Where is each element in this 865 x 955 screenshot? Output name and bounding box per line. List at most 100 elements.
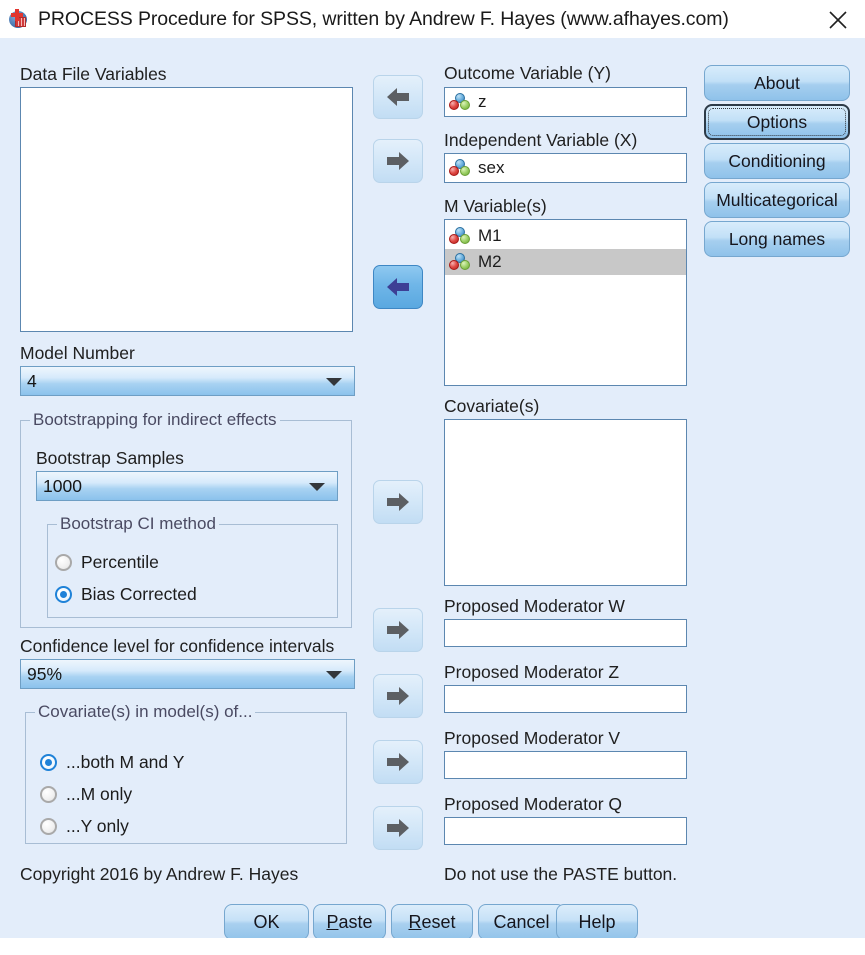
radio-indicator bbox=[40, 818, 57, 835]
radio-both-m-and-y-label: ...both M and Y bbox=[66, 752, 185, 772]
copyright-text: Copyright 2016 by Andrew F. Hayes bbox=[20, 864, 299, 884]
transfer-independent-x-button[interactable] bbox=[373, 139, 423, 183]
reset-button-mnemonic: R bbox=[408, 911, 422, 932]
moderator-z-field[interactable] bbox=[444, 685, 687, 713]
conditioning-button[interactable]: Conditioning bbox=[704, 143, 850, 179]
long-names-button-label: Long names bbox=[728, 228, 826, 249]
list-item: z bbox=[445, 89, 686, 115]
radio-m-only[interactable]: ...M only bbox=[40, 784, 132, 805]
model-number-combobox[interactable]: 4 bbox=[20, 366, 355, 396]
bootstrap-ci-method-label: Bootstrap CI method bbox=[57, 514, 219, 534]
spss-app-icon bbox=[7, 8, 29, 30]
arrow-right-icon bbox=[387, 621, 409, 639]
conditioning-button-label: Conditioning bbox=[728, 150, 826, 171]
list-item: sex bbox=[445, 155, 686, 181]
radio-both-m-and-y[interactable]: ...both M and Y bbox=[40, 752, 184, 773]
ok-button[interactable]: OK bbox=[224, 904, 309, 940]
close-icon[interactable] bbox=[819, 5, 857, 35]
title-bar: PROCESS Procedure for SPSS, written by A… bbox=[0, 0, 865, 38]
transfer-moderator-v-button[interactable] bbox=[373, 740, 423, 784]
m-variables-list[interactable]: M1 M2 bbox=[444, 219, 687, 386]
arrow-left-icon bbox=[387, 88, 409, 106]
help-button-label: Help bbox=[578, 911, 616, 932]
arrow-right-icon bbox=[387, 493, 409, 511]
bootstrap-samples-value: 1000 bbox=[43, 475, 82, 496]
nominal-variable-icon bbox=[449, 253, 471, 271]
options-button-label: Options bbox=[746, 111, 808, 132]
covariates-list[interactable] bbox=[444, 419, 687, 586]
reset-button-label: eset bbox=[421, 911, 456, 932]
radio-bias-corrected-label: Bias Corrected bbox=[81, 584, 197, 604]
radio-percentile-label: Percentile bbox=[81, 552, 159, 572]
chevron-down-icon bbox=[326, 671, 342, 679]
radio-indicator bbox=[55, 554, 72, 571]
data-file-variables-list[interactable] bbox=[20, 87, 353, 332]
arrow-right-icon bbox=[387, 687, 409, 705]
long-names-button[interactable]: Long names bbox=[704, 221, 850, 257]
cancel-button[interactable]: Cancel bbox=[478, 904, 565, 940]
confidence-level-combobox[interactable]: 95% bbox=[20, 659, 355, 689]
about-button[interactable]: About bbox=[704, 65, 850, 101]
moderator-z-label: Proposed Moderator Z bbox=[444, 662, 620, 682]
transfer-covariates-button[interactable] bbox=[373, 480, 423, 524]
transfer-moderator-z-button[interactable] bbox=[373, 674, 423, 718]
about-button-label: About bbox=[754, 72, 800, 93]
independent-variable-field[interactable]: sex bbox=[444, 153, 687, 183]
model-number-value: 4 bbox=[27, 370, 37, 391]
paste-button[interactable]: Paste bbox=[313, 904, 386, 940]
moderator-v-label: Proposed Moderator V bbox=[444, 728, 621, 748]
moderator-w-label: Proposed Moderator W bbox=[444, 596, 625, 616]
window-bottom-strip bbox=[0, 938, 865, 955]
moderator-w-field[interactable] bbox=[444, 619, 687, 647]
multicategorical-button[interactable]: Multicategorical bbox=[704, 182, 850, 218]
reset-button[interactable]: Reset bbox=[391, 904, 473, 940]
radio-indicator bbox=[55, 586, 72, 603]
list-item[interactable]: M1 bbox=[445, 223, 686, 249]
arrow-right-icon bbox=[387, 819, 409, 837]
m-variables-label: M Variable(s) bbox=[444, 196, 547, 216]
radio-m-only-label: ...M only bbox=[66, 784, 133, 804]
moderator-v-field[interactable] bbox=[444, 751, 687, 779]
radio-y-only-label: ...Y only bbox=[66, 816, 129, 836]
model-number-label: Model Number bbox=[20, 343, 135, 363]
m-variable-name: M2 bbox=[478, 252, 502, 271]
covariates-in-models-label: Covariate(s) in model(s) of... bbox=[35, 702, 256, 722]
options-button[interactable]: Options bbox=[704, 104, 850, 140]
dialog-body: Data File Variables Model Number 4 Boots… bbox=[0, 38, 865, 940]
ok-button-label: OK bbox=[253, 911, 280, 932]
arrow-left-icon bbox=[387, 278, 409, 296]
outcome-variable-label: Outcome Variable (Y) bbox=[444, 63, 611, 83]
moderator-q-field[interactable] bbox=[444, 817, 687, 845]
outcome-variable-value: z bbox=[478, 92, 487, 111]
transfer-m-variables-button[interactable] bbox=[373, 265, 423, 309]
bootstrap-samples-combobox[interactable]: 1000 bbox=[36, 471, 338, 501]
data-file-variables-label: Data File Variables bbox=[20, 64, 167, 84]
m-variable-name: M1 bbox=[478, 226, 502, 245]
moderator-q-label: Proposed Moderator Q bbox=[444, 794, 623, 814]
radio-bias-corrected[interactable]: Bias Corrected bbox=[55, 584, 197, 605]
list-item[interactable]: M2 bbox=[445, 249, 686, 275]
chevron-down-icon bbox=[309, 483, 325, 491]
paste-button-label: aste bbox=[338, 911, 373, 932]
nominal-variable-icon bbox=[449, 159, 471, 177]
help-button[interactable]: Help bbox=[556, 904, 638, 940]
arrow-right-icon bbox=[387, 753, 409, 771]
chevron-down-icon bbox=[326, 378, 342, 386]
confidence-level-value: 95% bbox=[27, 663, 63, 684]
transfer-outcome-y-button[interactable] bbox=[373, 75, 423, 119]
radio-percentile[interactable]: Percentile bbox=[55, 552, 159, 573]
independent-variable-value: sex bbox=[478, 158, 505, 177]
process-dialog-window: PROCESS Procedure for SPSS, written by A… bbox=[0, 0, 865, 955]
transfer-moderator-q-button[interactable] bbox=[373, 806, 423, 850]
radio-y-only[interactable]: ...Y only bbox=[40, 816, 129, 837]
covariates-label: Covariate(s) bbox=[444, 396, 540, 416]
nominal-variable-icon bbox=[449, 93, 471, 111]
transfer-moderator-w-button[interactable] bbox=[373, 608, 423, 652]
cancel-button-label: Cancel bbox=[493, 911, 550, 932]
nominal-variable-icon bbox=[449, 227, 471, 245]
arrow-right-icon bbox=[387, 152, 409, 170]
paste-button-mnemonic: P bbox=[326, 911, 339, 932]
outcome-variable-field[interactable]: z bbox=[444, 87, 687, 117]
independent-variable-label: Independent Variable (X) bbox=[444, 130, 638, 150]
confidence-level-label: Confidence level for confidence interval… bbox=[20, 636, 335, 656]
